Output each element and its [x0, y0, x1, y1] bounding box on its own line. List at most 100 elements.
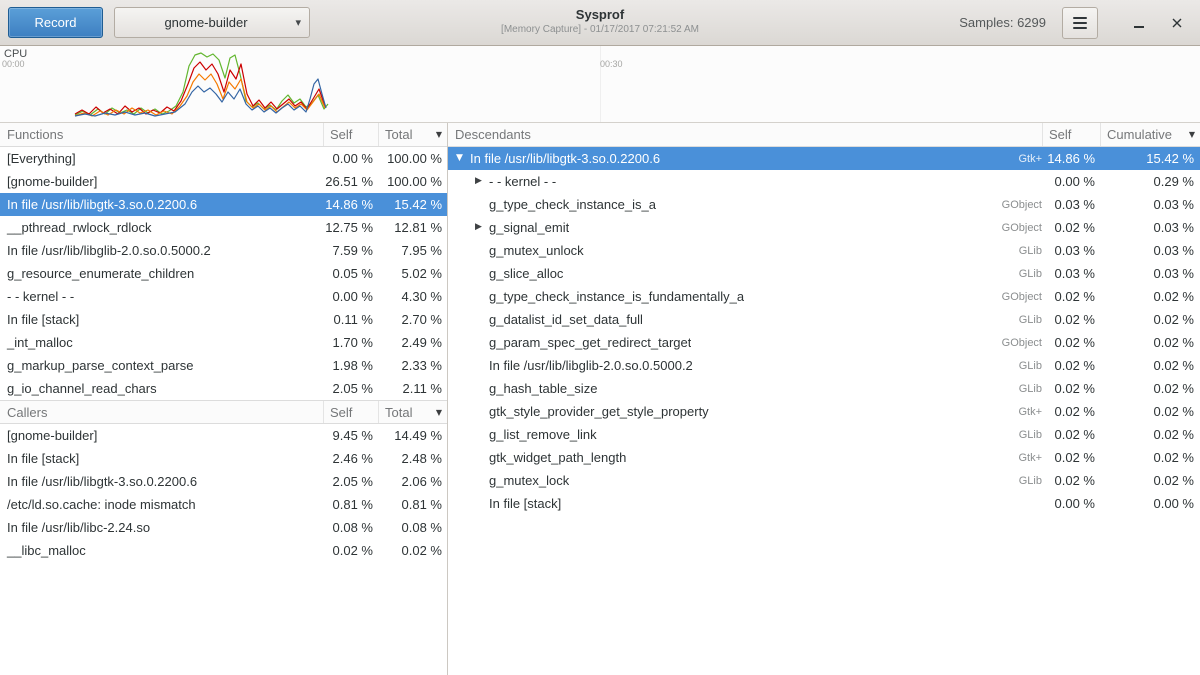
sysprof-window: Record gnome-builder ▾ Sysprof [Memory C…	[0, 0, 1200, 675]
menu-button[interactable]	[1062, 7, 1098, 39]
descendant-name: In file /usr/lib/libglib-2.0.so.0.5000.2	[489, 358, 693, 373]
descendant-self-value: 0.03 %	[1042, 243, 1100, 258]
chevron-down-icon: ▾	[295, 15, 301, 28]
caller-row[interactable]: In file /usr/lib/libgtk-3.so.0.2200.62.0…	[0, 470, 447, 493]
function-name: __pthread_rwlock_rdlock	[0, 220, 323, 235]
descendant-name: g_signal_emit	[489, 220, 569, 235]
functions-column-header[interactable]: Functions	[0, 123, 323, 146]
record-button[interactable]: Record	[8, 7, 103, 38]
descendant-row[interactable]: g_type_check_instance_is_aGObject0.03 %0…	[448, 193, 1200, 216]
descendant-name: - - kernel - -	[489, 174, 556, 189]
descendant-row[interactable]: g_hash_table_sizeGLib0.02 %0.02 %	[448, 377, 1200, 400]
cpu-timeline[interactable]: CPU 00:00 00:30	[0, 46, 1200, 123]
caller-name: [gnome-builder]	[0, 428, 323, 443]
descendant-category: Gtk+	[1010, 406, 1042, 418]
caller-self-value: 0.08 %	[323, 520, 378, 535]
descendant-cumulative-value: 0.03 %	[1100, 220, 1200, 235]
function-name: - - kernel - -	[0, 289, 323, 304]
descendant-cumulative-value: 0.00 %	[1100, 496, 1200, 511]
functions-total-label: Total	[385, 127, 412, 142]
descendant-row[interactable]: ▶- - kernel - -0.00 %0.29 %	[448, 170, 1200, 193]
descendant-row[interactable]: In file [stack]0.00 %0.00 %	[448, 492, 1200, 515]
descendant-cumulative-value: 0.02 %	[1100, 358, 1200, 373]
minimize-button[interactable]	[1124, 8, 1154, 38]
expander-open-icon[interactable]: ▼	[456, 147, 470, 170]
function-name: [Everything]	[0, 151, 323, 166]
descendant-name: gtk_style_provider_get_style_property	[489, 404, 709, 419]
caller-row[interactable]: __libc_malloc0.02 %0.02 %	[0, 539, 447, 562]
caller-row[interactable]: In file /usr/lib/libc-2.24.so0.08 %0.08 …	[0, 516, 447, 539]
descendant-row[interactable]: g_datalist_id_set_data_fullGLib0.02 %0.0…	[448, 308, 1200, 331]
expander-closed-icon[interactable]: ▶	[475, 216, 489, 239]
process-selector-dropdown[interactable]: gnome-builder ▾	[114, 7, 310, 38]
descendant-cumulative-value: 0.02 %	[1100, 473, 1200, 488]
descendant-row[interactable]: gtk_widget_path_lengthGtk+0.02 %0.02 %	[448, 446, 1200, 469]
hamburger-icon	[1073, 17, 1087, 29]
descendants-self-column-header[interactable]: Self	[1042, 123, 1100, 146]
callers-self-column-header[interactable]: Self	[323, 401, 378, 423]
descendant-row[interactable]: gtk_style_provider_get_style_property Gtk…	[448, 400, 1200, 423]
descendant-category: GLib	[1011, 429, 1042, 441]
caller-self-value: 2.46 %	[323, 451, 378, 466]
function-row[interactable]: _int_malloc1.70 %2.49 %	[0, 331, 447, 354]
descendant-category: GObject	[994, 337, 1042, 349]
caller-total-value: 0.81 %	[378, 497, 447, 512]
descendant-row[interactable]: g_param_spec_get_redirect_targetGObject0…	[448, 331, 1200, 354]
caller-row[interactable]: In file [stack]2.46 %2.48 %	[0, 447, 447, 470]
caller-self-value: 2.05 %	[323, 474, 378, 489]
function-row[interactable]: [Everything]0.00 %100.00 %	[0, 147, 447, 170]
function-name: [gnome-builder]	[0, 174, 323, 189]
function-self-value: 1.70 %	[323, 335, 378, 350]
function-row[interactable]: __pthread_rwlock_rdlock12.75 %12.81 %	[0, 216, 447, 239]
function-row[interactable]: g_markup_parse_context_parse1.98 %2.33 %	[0, 354, 447, 377]
descendant-row[interactable]: In file /usr/lib/libglib-2.0.so.0.5000.2…	[448, 354, 1200, 377]
caller-self-value: 0.81 %	[323, 497, 378, 512]
function-row[interactable]: In file /usr/lib/libgtk-3.so.0.2200.614.…	[0, 193, 447, 216]
caller-row[interactable]: /etc/ld.so.cache: inode mismatch0.81 %0.…	[0, 493, 447, 516]
descendant-row[interactable]: g_mutex_unlockGLib0.03 %0.03 %	[448, 239, 1200, 262]
caller-name: __libc_malloc	[0, 543, 323, 558]
descendant-main-cell: ▶g_signal_emitGObject	[448, 216, 1042, 239]
close-button[interactable]	[1162, 8, 1192, 38]
descendant-row[interactable]: ▼In file /usr/lib/libgtk-3.so.0.2200.6 Gt…	[448, 147, 1200, 170]
descendant-row[interactable]: g_type_check_instance_is_fundamentally_a…	[448, 285, 1200, 308]
functions-total-column-header[interactable]: Total ▼	[378, 123, 447, 146]
function-row[interactable]: [gnome-builder]26.51 %100.00 %	[0, 170, 447, 193]
descendant-self-value: 0.00 %	[1042, 496, 1100, 511]
caller-row[interactable]: [gnome-builder]9.45 %14.49 %	[0, 424, 447, 447]
descendant-category: GLib	[1011, 268, 1042, 280]
function-name: _int_malloc	[0, 335, 323, 350]
descendants-column-header[interactable]: Descendants	[448, 123, 1042, 146]
functions-table: [Everything]0.00 %100.00 %[gnome-builder…	[0, 147, 447, 400]
callers-total-column-header[interactable]: Total ▼	[378, 401, 447, 423]
function-row[interactable]: - - kernel - -0.00 %4.30 %	[0, 285, 447, 308]
descendant-self-value: 0.02 %	[1042, 220, 1100, 235]
expander-closed-icon[interactable]: ▶	[475, 170, 489, 193]
function-row[interactable]: In file [stack]0.11 %2.70 %	[0, 308, 447, 331]
function-total-value: 12.81 %	[378, 220, 447, 235]
function-row[interactable]: In file /usr/lib/libglib-2.0.so.0.5000.2…	[0, 239, 447, 262]
function-self-value: 0.00 %	[323, 289, 378, 304]
function-row[interactable]: g_io_channel_read_chars2.05 %2.11 %	[0, 377, 447, 400]
descendants-cumulative-column-header[interactable]: Cumulative ▼	[1100, 123, 1200, 146]
function-row[interactable]: g_resource_enumerate_children0.05 %5.02 …	[0, 262, 447, 285]
descendant-name: g_type_check_instance_is_a	[489, 197, 656, 212]
descendant-name: g_type_check_instance_is_fundamentally_a	[489, 289, 744, 304]
descendant-self-value: 0.02 %	[1042, 450, 1100, 465]
function-self-value: 7.59 %	[323, 243, 378, 258]
descendant-self-value: 0.02 %	[1042, 404, 1100, 419]
descendant-category: Gtk+	[1010, 153, 1042, 165]
descendant-row[interactable]: g_mutex_lockGLib0.02 %0.02 %	[448, 469, 1200, 492]
function-total-value: 4.30 %	[378, 289, 447, 304]
descendant-name: In file /usr/lib/libgtk-3.so.0.2200.6	[470, 151, 660, 166]
descendants-table: ▼In file /usr/lib/libgtk-3.so.0.2200.6 Gt…	[448, 147, 1200, 515]
descendant-name: g_mutex_unlock	[489, 243, 584, 258]
descendant-row[interactable]: ▶g_signal_emitGObject0.02 %0.03 %	[448, 216, 1200, 239]
descendant-row[interactable]: g_list_remove_linkGLib0.02 %0.02 %	[448, 423, 1200, 446]
functions-self-column-header[interactable]: Self	[323, 123, 378, 146]
callers-column-header[interactable]: Callers	[0, 401, 323, 423]
descendant-self-value: 0.03 %	[1042, 266, 1100, 281]
descendant-row[interactable]: g_slice_allocGLib0.03 %0.03 %	[448, 262, 1200, 285]
descendant-main-cell: gtk_style_provider_get_style_property Gtk…	[448, 404, 1042, 419]
function-name: g_resource_enumerate_children	[0, 266, 323, 281]
